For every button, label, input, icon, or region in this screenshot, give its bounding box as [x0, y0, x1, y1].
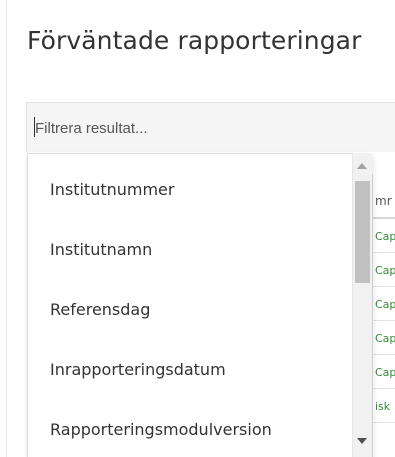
- dropdown-item-institutnamn[interactable]: Institutnamn: [50, 240, 152, 259]
- dropdown-scrollbar[interactable]: [352, 153, 372, 457]
- scroll-thumb[interactable]: [355, 181, 370, 283]
- dropdown-item-rapporteringsmodulversion[interactable]: Rapporteringsmodulversion: [50, 420, 272, 439]
- page: Förväntade rapporteringar mr Cap Cap Cap…: [0, 0, 395, 457]
- results-table: mr Cap Cap Cap Cap Cap isk: [372, 174, 395, 457]
- table-row[interactable]: isk: [373, 389, 395, 423]
- filter-suggestions-dropdown: Institutnummer Institutnamn Referensdag …: [27, 153, 372, 457]
- scroll-down-arrow-icon[interactable]: [357, 438, 367, 444]
- page-title: Förväntade rapporteringar: [27, 26, 362, 55]
- table-row[interactable]: Cap: [373, 321, 395, 355]
- table-row[interactable]: Cap: [373, 219, 395, 253]
- table-row[interactable]: Cap: [373, 287, 395, 321]
- filter-bar: [26, 102, 395, 152]
- left-border: [6, 0, 7, 457]
- table-header-cell[interactable]: mr: [373, 174, 395, 219]
- dropdown-item-institutnummer[interactable]: Institutnummer: [50, 180, 174, 199]
- dropdown-item-referensdag[interactable]: Referensdag: [50, 300, 150, 319]
- table-row[interactable]: Cap: [373, 355, 395, 389]
- table-row[interactable]: Cap: [373, 253, 395, 287]
- filter-input[interactable]: [35, 116, 385, 140]
- text-caret: [34, 117, 35, 137]
- dropdown-item-inrapporteringsdatum[interactable]: Inrapporteringsdatum: [50, 360, 226, 379]
- scroll-up-arrow-icon[interactable]: [357, 163, 367, 169]
